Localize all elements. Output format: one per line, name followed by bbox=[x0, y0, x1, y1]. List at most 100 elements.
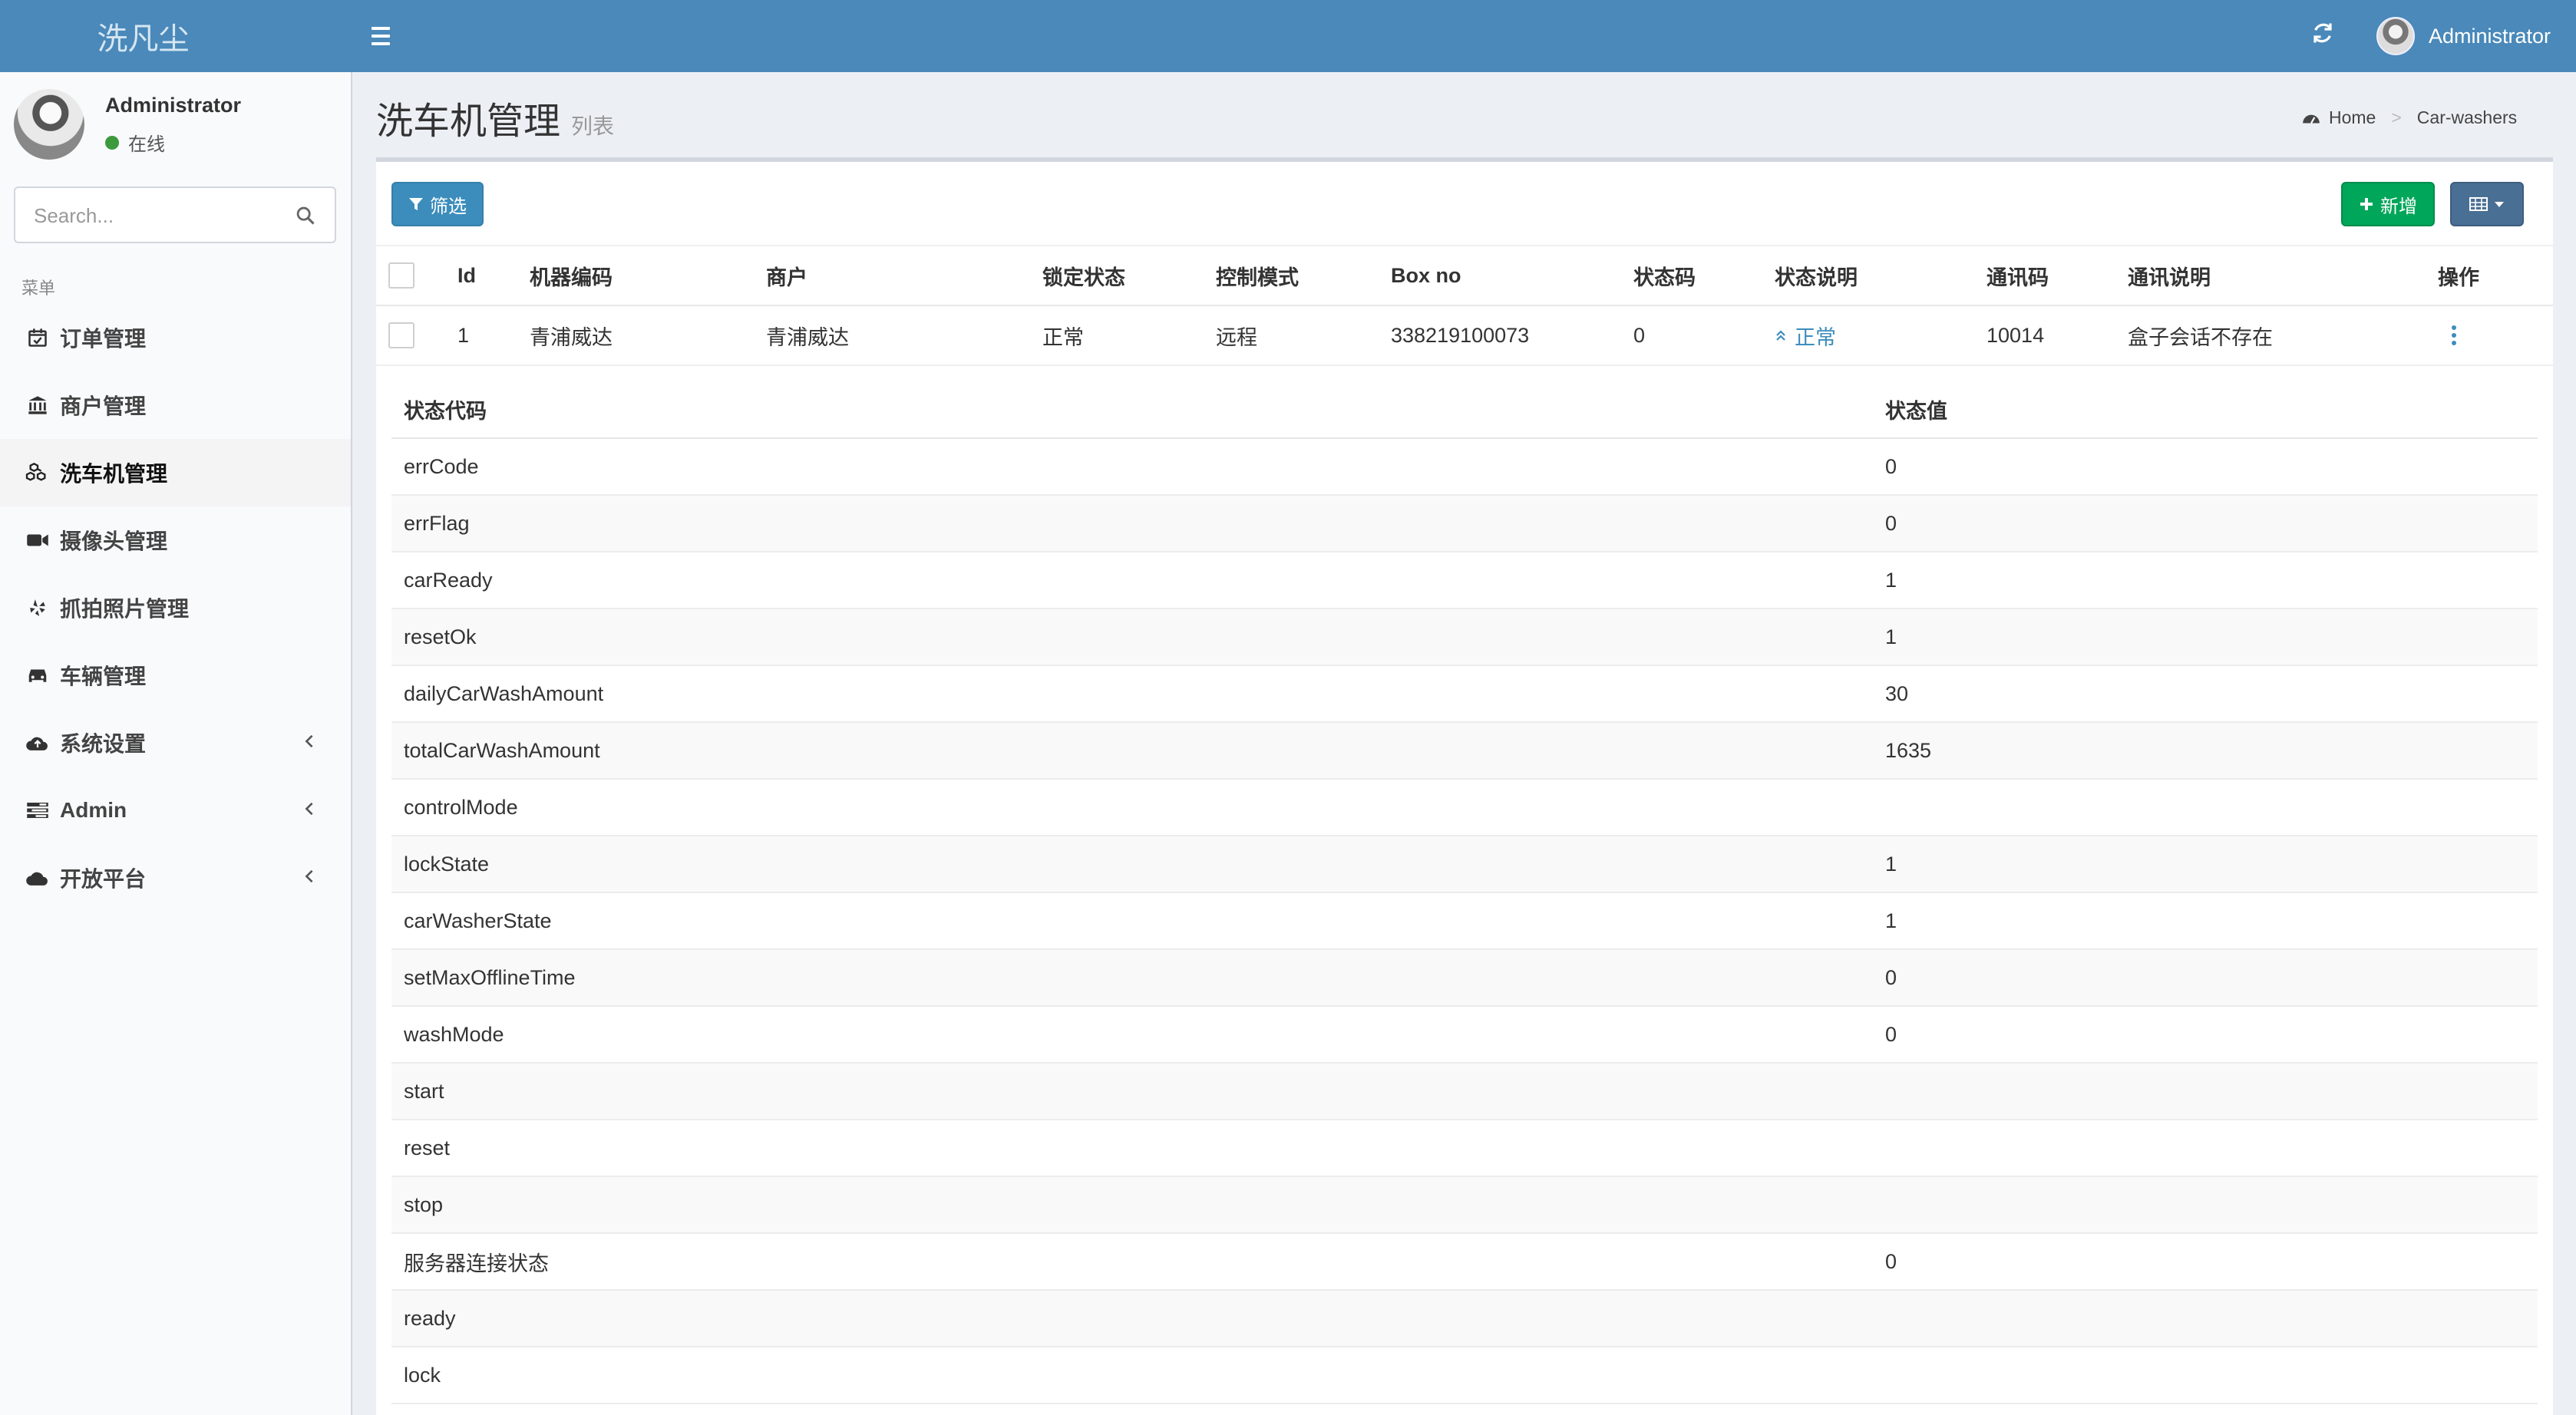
cell-id: 1 bbox=[457, 305, 530, 366]
sidebar-item-settings[interactable]: 系统设置 bbox=[0, 709, 351, 777]
breadcrumb-home[interactable]: Home bbox=[2329, 107, 2376, 128]
column-header[interactable]: 状态说明 bbox=[1775, 245, 1986, 306]
table-header-row: Id 机器编码 商户 锁定状态 控制模式 Box no 状态码 状态说明 通讯码… bbox=[376, 245, 2553, 306]
sidebar-item-photos[interactable]: 抓拍照片管理 bbox=[0, 574, 351, 642]
cloud-icon bbox=[25, 865, 51, 891]
sidebar-item-label: 车辆管理 bbox=[60, 665, 147, 688]
select-all-checkbox[interactable] bbox=[388, 262, 414, 289]
detail-value bbox=[1873, 1290, 2538, 1347]
online-dot-icon bbox=[105, 135, 119, 150]
cell-machine-code: 青浦威达 bbox=[530, 305, 766, 366]
detail-row: washMode 0 bbox=[391, 1006, 2538, 1064]
sidebar-item-open-platform[interactable]: 开放平台 bbox=[0, 844, 351, 912]
select-all-cell bbox=[376, 245, 457, 306]
sidebar-item-cameras[interactable]: 摄像头管理 bbox=[0, 506, 351, 574]
caret-down-icon bbox=[2495, 202, 2504, 207]
sidebar-menu: 订单管理 商户管理 洗车机管理 摄像头管理 抓拍照片管理 车辆管理 系统设置 A… bbox=[0, 304, 351, 912]
sidebar-item-orders[interactable]: 订单管理 bbox=[0, 304, 351, 371]
add-button-label: 新增 bbox=[2380, 196, 2417, 217]
user-panel: Administrator 在线 bbox=[14, 89, 336, 163]
cell-comm-desc: 盒子会话不存在 bbox=[2128, 305, 2438, 366]
detail-row: stop bbox=[391, 1176, 2538, 1234]
user-status-text: 在线 bbox=[128, 134, 165, 155]
car-washers-table: Id 机器编码 商户 锁定状态 控制模式 Box no 状态码 状态说明 通讯码… bbox=[376, 245, 2553, 366]
column-header[interactable]: Box no bbox=[1391, 245, 1633, 306]
yelp-icon bbox=[25, 595, 51, 621]
refresh-icon bbox=[2313, 23, 2332, 43]
detail-code: errFlag bbox=[391, 495, 1873, 552]
user-menu[interactable]: Administrator bbox=[2376, 15, 2551, 57]
column-header[interactable]: 控制模式 bbox=[1216, 245, 1391, 306]
detail-row: ready bbox=[391, 1290, 2538, 1347]
cell-merchant: 青浦威达 bbox=[766, 305, 1042, 366]
detail-value: 1 bbox=[1873, 609, 2538, 666]
row-checkbox[interactable] bbox=[388, 322, 414, 348]
detail-code: lock bbox=[391, 1347, 1873, 1404]
top-navbar: 洗凡尘 Administrator bbox=[0, 0, 2576, 72]
sidebar: Administrator 在线 菜单 订单管理 商户管理 洗车机管理 摄像头管… bbox=[0, 72, 352, 1415]
bars-icon-line bbox=[372, 35, 390, 38]
breadcrumb-separator: > bbox=[2391, 107, 2402, 127]
breadcrumb-current: Car-washers bbox=[2416, 107, 2518, 127]
detail-code: reset bbox=[391, 1120, 1873, 1177]
detail-row: reset bbox=[391, 1120, 2538, 1177]
bars-icon-line bbox=[372, 42, 390, 45]
sidebar-item-label: 洗车机管理 bbox=[60, 462, 168, 486]
column-header[interactable]: 通讯码 bbox=[1986, 245, 2128, 306]
detail-row: start bbox=[391, 1063, 2538, 1120]
ellipsis-v-icon-dot bbox=[2452, 341, 2456, 345]
detail-code: washMode bbox=[391, 1006, 1873, 1064]
detail-row: 服务器连接状态 0 bbox=[391, 1233, 2538, 1291]
column-header[interactable]: 状态码 bbox=[1633, 245, 1775, 306]
cell-lock-state: 正常 bbox=[1042, 305, 1216, 366]
angle-double-up-icon bbox=[1776, 330, 1785, 341]
page-subtitle: 列表 bbox=[571, 114, 615, 138]
sidebar-item-label: 开放平台 bbox=[60, 867, 147, 891]
sidebar-item-car-washers[interactable]: 洗车机管理 bbox=[0, 439, 351, 506]
column-header[interactable]: 商户 bbox=[766, 245, 1042, 306]
brand-logo[interactable]: 洗凡尘 bbox=[0, 0, 352, 72]
sidebar-item-label: Admin bbox=[60, 798, 127, 822]
row-actions-button[interactable] bbox=[2449, 325, 2459, 345]
avatar bbox=[2376, 17, 2415, 55]
table-row[interactable]: 1 青浦威达 青浦威达 正常 远程 338219100073 0 正常 1001… bbox=[376, 305, 2553, 366]
brand-text: 洗凡尘 bbox=[97, 22, 190, 56]
chevron-left-icon bbox=[302, 800, 320, 821]
detail-row: lockState 1 bbox=[391, 836, 2538, 893]
detail-row: errFlag 0 bbox=[391, 495, 2538, 552]
user-status: 在线 bbox=[105, 129, 165, 156]
sidebar-item-vehicles[interactable]: 车辆管理 bbox=[0, 642, 351, 709]
detail-value: 0 bbox=[1873, 949, 2538, 1007]
column-header[interactable]: 锁定状态 bbox=[1042, 245, 1216, 306]
detail-value: 1 bbox=[1873, 892, 2538, 950]
detail-code: 服务器连接状态 bbox=[391, 1233, 1873, 1291]
column-header[interactable]: 机器编码 bbox=[530, 245, 766, 306]
page-title: 洗车机管理 bbox=[376, 101, 561, 142]
sidebar-item-admin[interactable]: Admin bbox=[0, 777, 351, 844]
column-header[interactable]: 通讯说明 bbox=[2128, 245, 2438, 306]
detail-row: errCode 0 bbox=[391, 438, 2538, 496]
add-button[interactable]: 新增 bbox=[2341, 182, 2435, 226]
status-detail-toggle[interactable]: 正常 bbox=[1775, 321, 1836, 351]
refresh-button[interactable] bbox=[2309, 21, 2337, 49]
column-header: 状态值 bbox=[1873, 381, 2538, 439]
detail-code: totalCarWashAmount bbox=[391, 722, 1873, 780]
cloud-upload-icon bbox=[25, 730, 51, 756]
detail-value: 1635 bbox=[1873, 722, 2538, 780]
bank-icon bbox=[25, 392, 51, 418]
columns-toggle-button[interactable] bbox=[2450, 182, 2524, 226]
sidebar-toggle-button[interactable] bbox=[372, 21, 398, 51]
status-detail-table: 状态代码 状态值 errCode 0 errFlag 0 carReady 1 res… bbox=[391, 381, 2538, 1404]
video-camera-icon bbox=[25, 527, 51, 553]
sidebar-item-merchants[interactable]: 商户管理 bbox=[0, 371, 351, 439]
detail-value: 0 bbox=[1873, 1006, 2538, 1064]
detail-code: errCode bbox=[391, 438, 1873, 496]
menu-heading: 菜单 bbox=[21, 279, 56, 298]
search-input[interactable] bbox=[34, 202, 272, 229]
column-header[interactable]: Id bbox=[457, 245, 530, 306]
search-icon[interactable] bbox=[295, 205, 316, 226]
filter-button-label: 筛选 bbox=[430, 196, 467, 217]
status-desc-text: 正常 bbox=[1795, 325, 1836, 349]
detail-code: setMaxOfflineTime bbox=[391, 949, 1873, 1007]
filter-button[interactable]: 筛选 bbox=[391, 182, 484, 226]
